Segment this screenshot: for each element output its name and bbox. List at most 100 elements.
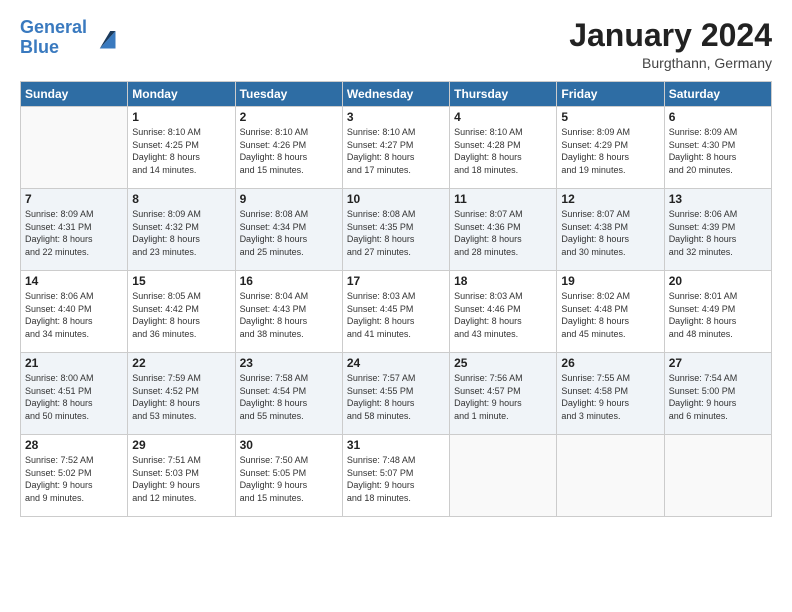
day-number: 5 [561, 110, 659, 124]
day-number: 1 [132, 110, 230, 124]
table-row: 17Sunrise: 8:03 AM Sunset: 4:45 PM Dayli… [342, 271, 449, 353]
day-info: Sunrise: 8:04 AM Sunset: 4:43 PM Dayligh… [240, 290, 338, 340]
day-number: 6 [669, 110, 767, 124]
day-number: 21 [25, 356, 123, 370]
day-info: Sunrise: 8:09 AM Sunset: 4:32 PM Dayligh… [132, 208, 230, 258]
logo-text: GeneralBlue [20, 18, 87, 58]
header-friday: Friday [557, 82, 664, 107]
day-info: Sunrise: 7:57 AM Sunset: 4:55 PM Dayligh… [347, 372, 445, 422]
table-row: 1 Sunrise: 8:10 AM Sunset: 4:25 PM Daylig… [128, 107, 235, 189]
day-info: Sunrise: 8:02 AM Sunset: 4:48 PM Dayligh… [561, 290, 659, 340]
table-row [450, 435, 557, 517]
day-info: Sunrise: 8:09 AM Sunset: 4:29 PM Dayligh… [561, 126, 659, 176]
day-info: Sunrise: 7:59 AM Sunset: 4:52 PM Dayligh… [132, 372, 230, 422]
day-number: 29 [132, 438, 230, 452]
day-number: 30 [240, 438, 338, 452]
table-row: 7 Sunrise: 8:09 AM Sunset: 4:31 PM Daylig… [21, 189, 128, 271]
table-row: 4 Sunrise: 8:10 AM Sunset: 4:28 PM Daylig… [450, 107, 557, 189]
day-info: Sunrise: 7:52 AM Sunset: 5:02 PM Dayligh… [25, 454, 123, 504]
table-row: 20 Sunrise: 8:01 AM Sunset: 4:49 PM Dayli… [664, 271, 771, 353]
day-info: Sunrise: 8:10 AM Sunset: 4:25 PM Dayligh… [132, 126, 230, 176]
day-info: Sunrise: 7:58 AM Sunset: 4:54 PM Dayligh… [240, 372, 338, 422]
table-row: 19Sunrise: 8:02 AM Sunset: 4:48 PM Dayli… [557, 271, 664, 353]
day-number: 15 [132, 274, 230, 288]
table-row: 8 Sunrise: 8:09 AM Sunset: 4:32 PM Daylig… [128, 189, 235, 271]
table-row [664, 435, 771, 517]
calendar-week-row: 14 Sunrise: 8:06 AM Sunset: 4:40 PM Dayli… [21, 271, 772, 353]
day-info: Sunrise: 8:07 AM Sunset: 4:36 PM Dayligh… [454, 208, 552, 258]
table-row: 29 Sunrise: 7:51 AM Sunset: 5:03 PM Dayli… [128, 435, 235, 517]
day-number: 9 [240, 192, 338, 206]
calendar-table: Sunday Monday Tuesday Wednesday Thursday… [20, 81, 772, 517]
day-number: 27 [669, 356, 767, 370]
day-info: Sunrise: 8:06 AM Sunset: 4:40 PM Dayligh… [25, 290, 123, 340]
table-row: 26 Sunrise: 7:55 AM Sunset: 4:58 PM Dayli… [557, 353, 664, 435]
table-row: 18 Sunrise: 8:03 AM Sunset: 4:46 PM Dayli… [450, 271, 557, 353]
table-row: 5 Sunrise: 8:09 AM Sunset: 4:29 PM Daylig… [557, 107, 664, 189]
day-number: 3 [347, 110, 445, 124]
day-number: 13 [669, 192, 767, 206]
day-info: Sunrise: 8:10 AM Sunset: 4:28 PM Dayligh… [454, 126, 552, 176]
day-number: 20 [669, 274, 767, 288]
table-row: 10Sunrise: 8:08 AM Sunset: 4:35 PM Dayli… [342, 189, 449, 271]
day-info: Sunrise: 8:03 AM Sunset: 4:46 PM Dayligh… [454, 290, 552, 340]
header-saturday: Saturday [664, 82, 771, 107]
title-block: January 2024 Burgthann, Germany [569, 18, 772, 71]
calendar-week-row: 7 Sunrise: 8:09 AM Sunset: 4:31 PM Daylig… [21, 189, 772, 271]
table-row: 2 Sunrise: 8:10 AM Sunset: 4:26 PM Daylig… [235, 107, 342, 189]
table-row: 12Sunrise: 8:07 AM Sunset: 4:38 PM Dayli… [557, 189, 664, 271]
day-number: 2 [240, 110, 338, 124]
table-row: 13 Sunrise: 8:06 AM Sunset: 4:39 PM Dayli… [664, 189, 771, 271]
header: GeneralBlue January 2024 Burgthann, Germ… [20, 18, 772, 71]
day-info: Sunrise: 7:55 AM Sunset: 4:58 PM Dayligh… [561, 372, 659, 422]
calendar-week-row: 21 Sunrise: 8:00 AM Sunset: 4:51 PM Dayli… [21, 353, 772, 435]
day-number: 24 [347, 356, 445, 370]
table-row: 30 Sunrise: 7:50 AM Sunset: 5:05 PM Dayli… [235, 435, 342, 517]
day-info: Sunrise: 8:01 AM Sunset: 4:49 PM Dayligh… [669, 290, 767, 340]
day-number: 23 [240, 356, 338, 370]
table-row: 27Sunrise: 7:54 AM Sunset: 5:00 PM Dayli… [664, 353, 771, 435]
table-row: 6 Sunrise: 8:09 AM Sunset: 4:30 PM Daylig… [664, 107, 771, 189]
header-sunday: Sunday [21, 82, 128, 107]
day-info: Sunrise: 7:50 AM Sunset: 5:05 PM Dayligh… [240, 454, 338, 504]
day-info: Sunrise: 8:06 AM Sunset: 4:39 PM Dayligh… [669, 208, 767, 258]
day-info: Sunrise: 8:03 AM Sunset: 4:45 PM Dayligh… [347, 290, 445, 340]
day-number: 11 [454, 192, 552, 206]
table-row: 22 Sunrise: 7:59 AM Sunset: 4:52 PM Dayli… [128, 353, 235, 435]
table-row: 23 Sunrise: 7:58 AM Sunset: 4:54 PM Dayli… [235, 353, 342, 435]
table-row: 25Sunrise: 7:56 AM Sunset: 4:57 PM Dayli… [450, 353, 557, 435]
day-number: 8 [132, 192, 230, 206]
table-row: 14 Sunrise: 8:06 AM Sunset: 4:40 PM Dayli… [21, 271, 128, 353]
day-number: 18 [454, 274, 552, 288]
table-row [557, 435, 664, 517]
day-number: 4 [454, 110, 552, 124]
day-number: 16 [240, 274, 338, 288]
day-info: Sunrise: 8:09 AM Sunset: 4:30 PM Dayligh… [669, 126, 767, 176]
table-row: 28Sunrise: 7:52 AM Sunset: 5:02 PM Dayli… [21, 435, 128, 517]
table-row: 9 Sunrise: 8:08 AM Sunset: 4:34 PM Daylig… [235, 189, 342, 271]
day-info: Sunrise: 8:10 AM Sunset: 4:27 PM Dayligh… [347, 126, 445, 176]
day-number: 14 [25, 274, 123, 288]
header-tuesday: Tuesday [235, 82, 342, 107]
table-row: 3 Sunrise: 8:10 AM Sunset: 4:27 PM Daylig… [342, 107, 449, 189]
table-row: 16 Sunrise: 8:04 AM Sunset: 4:43 PM Dayli… [235, 271, 342, 353]
day-info: Sunrise: 8:08 AM Sunset: 4:34 PM Dayligh… [240, 208, 338, 258]
day-number: 10 [347, 192, 445, 206]
day-info: Sunrise: 8:10 AM Sunset: 4:26 PM Dayligh… [240, 126, 338, 176]
day-info: Sunrise: 8:09 AM Sunset: 4:31 PM Dayligh… [25, 208, 123, 258]
day-number: 7 [25, 192, 123, 206]
table-row: 31Sunrise: 7:48 AM Sunset: 5:07 PM Dayli… [342, 435, 449, 517]
table-row [21, 107, 128, 189]
day-number: 26 [561, 356, 659, 370]
weekday-header-row: Sunday Monday Tuesday Wednesday Thursday… [21, 82, 772, 107]
day-number: 22 [132, 356, 230, 370]
day-info: Sunrise: 8:05 AM Sunset: 4:42 PM Dayligh… [132, 290, 230, 340]
day-info: Sunrise: 7:51 AM Sunset: 5:03 PM Dayligh… [132, 454, 230, 504]
day-info: Sunrise: 8:00 AM Sunset: 4:51 PM Dayligh… [25, 372, 123, 422]
calendar-page: GeneralBlue January 2024 Burgthann, Germ… [0, 0, 792, 612]
calendar-week-row: 28Sunrise: 7:52 AM Sunset: 5:02 PM Dayli… [21, 435, 772, 517]
calendar-week-row: 1 Sunrise: 8:10 AM Sunset: 4:25 PM Daylig… [21, 107, 772, 189]
logo: GeneralBlue [20, 18, 119, 58]
day-info: Sunrise: 8:07 AM Sunset: 4:38 PM Dayligh… [561, 208, 659, 258]
header-monday: Monday [128, 82, 235, 107]
